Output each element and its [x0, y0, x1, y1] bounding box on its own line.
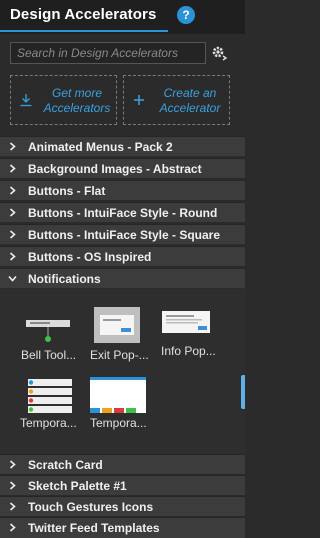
category-label: Buttons - IntuiFace Style - Square	[28, 228, 221, 242]
item-label: Tempora...	[20, 416, 77, 430]
category-label: Notifications	[28, 272, 101, 286]
info-popup-thumbnail[interactable]	[162, 311, 210, 333]
chevron-right-icon	[9, 502, 16, 511]
category-label: Buttons - Flat	[28, 184, 106, 198]
chevron-right-icon	[9, 460, 16, 469]
search-input[interactable]	[11, 43, 205, 63]
category-label: Background Images - Abstract	[28, 162, 202, 176]
category-row-background-images[interactable]: Background Images - Abstract	[0, 158, 245, 178]
chevron-down-icon	[8, 275, 17, 282]
panel-header: Design Accelerators ?	[0, 0, 245, 34]
chevron-right-icon	[9, 481, 16, 490]
item-label: Tempora...	[90, 416, 147, 430]
category-label: Twitter Feed Templates	[28, 521, 160, 535]
item-label: Bell Tool...	[21, 348, 77, 362]
chevron-right-icon	[9, 230, 16, 239]
create-label: Create an Accelerator	[159, 86, 221, 115]
chevron-right-icon	[9, 252, 16, 261]
category-row-animated-menus[interactable]: Animated Menus - Pack 2	[0, 136, 245, 156]
temporary-notification-thumbnail-1[interactable]	[22, 377, 76, 415]
settings-icon[interactable]	[210, 44, 228, 62]
download-icon	[20, 94, 32, 107]
help-icon[interactable]: ?	[177, 6, 195, 24]
plus-icon	[134, 95, 144, 105]
category-row-buttons-square[interactable]: Buttons - IntuiFace Style - Square	[0, 224, 245, 244]
temporary-notification-thumbnail-2[interactable]	[90, 377, 146, 413]
scroll-indicator[interactable]	[241, 375, 245, 409]
search-field[interactable]	[10, 42, 206, 64]
panel-title: Design Accelerators	[10, 6, 157, 23]
chevron-right-icon	[9, 142, 16, 151]
bell-toolbar-thumbnail[interactable]	[22, 315, 74, 349]
category-label: Sketch Palette #1	[28, 479, 127, 493]
notifications-items: Bell Tool... Exit Pop-... Info Pop... Te…	[0, 289, 245, 454]
item-label: Info Pop...	[161, 344, 216, 358]
create-accelerator-button[interactable]: Create an Accelerator	[123, 75, 230, 125]
category-row-buttons-flat[interactable]: Buttons - Flat	[0, 180, 245, 200]
chevron-right-icon	[9, 208, 16, 217]
category-row-scratch-card[interactable]: Scratch Card	[0, 454, 245, 474]
category-label: Animated Menus - Pack 2	[28, 140, 173, 154]
category-row-notifications[interactable]: Notifications	[0, 268, 245, 288]
chevron-right-icon	[9, 186, 16, 195]
exit-popup-thumbnail[interactable]	[94, 307, 140, 343]
category-label: Buttons - OS Inspired	[28, 250, 152, 264]
get-more-label: Get more Accelerators	[43, 86, 111, 115]
category-row-twitter-feed[interactable]: Twitter Feed Templates	[0, 517, 245, 538]
category-row-buttons-round[interactable]: Buttons - IntuiFace Style - Round	[0, 202, 245, 222]
chevron-right-icon	[9, 164, 16, 173]
chevron-right-icon	[9, 523, 16, 532]
category-label: Touch Gestures Icons	[28, 500, 154, 514]
get-more-accelerators-button[interactable]: Get more Accelerators	[10, 75, 117, 125]
title-underline	[0, 30, 168, 32]
category-label: Scratch Card	[28, 458, 103, 472]
item-label: Exit Pop-...	[90, 348, 149, 362]
category-label: Buttons - IntuiFace Style - Round	[28, 206, 218, 220]
category-row-buttons-os[interactable]: Buttons - OS Inspired	[0, 246, 245, 266]
category-row-touch-gestures[interactable]: Touch Gestures Icons	[0, 496, 245, 516]
category-row-sketch-palette[interactable]: Sketch Palette #1	[0, 475, 245, 495]
